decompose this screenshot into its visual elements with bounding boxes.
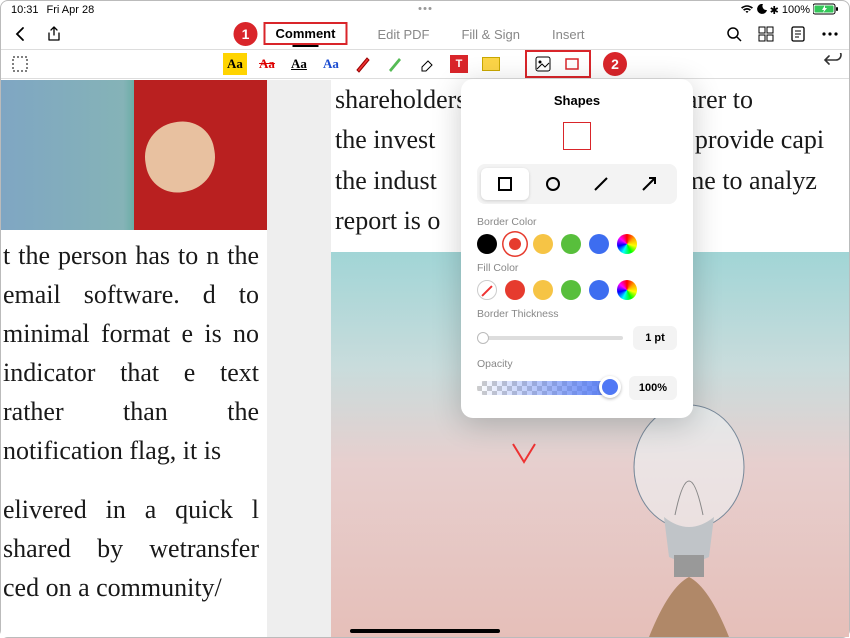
selection-tool[interactable]: [5, 50, 35, 78]
marker-tool[interactable]: [383, 53, 407, 75]
highlight-tool[interactable]: Aa: [223, 53, 247, 75]
border-thickness-label: Border Thickness: [477, 308, 677, 320]
border-color-swatches: [477, 234, 677, 254]
stamp-tool[interactable]: [531, 53, 555, 75]
home-indicator[interactable]: [350, 629, 500, 633]
wifi-icon: [740, 4, 754, 17]
search-button[interactable]: [719, 20, 749, 48]
shapes-tool[interactable]: [561, 53, 585, 75]
tab-fill-sign[interactable]: Fill & Sign: [459, 23, 522, 46]
shape-tools-group: [525, 50, 591, 78]
squiggly-tool[interactable]: Aa: [319, 53, 343, 75]
opacity-value: 100%: [629, 376, 677, 400]
battery-icon: [813, 3, 839, 18]
status-bar: 10:31 Fri Apr 28 ✱ 100%: [1, 1, 849, 19]
status-date: Fri Apr 28: [47, 4, 95, 16]
thickness-slider[interactable]: [477, 336, 623, 340]
border-color-red[interactable]: [505, 234, 525, 254]
tab-edit-pdf[interactable]: Edit PDF: [375, 23, 431, 46]
shape-arrow[interactable]: [625, 168, 673, 200]
textbox-tool[interactable]: T: [447, 53, 471, 75]
opacity-slider[interactable]: [477, 381, 619, 395]
bookmarks-button[interactable]: [783, 20, 813, 48]
back-button[interactable]: [5, 20, 35, 48]
shape-circle[interactable]: [529, 168, 577, 200]
left-column-text: t the person has to n the email software…: [1, 230, 267, 607]
fill-color-none[interactable]: [477, 280, 497, 300]
border-color-yellow[interactable]: [533, 234, 553, 254]
fill-color-swatches: [477, 280, 677, 300]
shape-preview: [563, 122, 591, 150]
more-button[interactable]: [815, 20, 845, 48]
border-color-green[interactable]: [561, 234, 581, 254]
shape-rectangle[interactable]: [481, 168, 529, 200]
opacity-label: Opacity: [477, 358, 677, 370]
pen-tool[interactable]: [351, 53, 375, 75]
battery-pct: 100%: [782, 4, 810, 16]
bluetooth-icon: ✱: [770, 4, 779, 17]
status-time: 10:31: [11, 4, 39, 16]
strikeout-tool[interactable]: Aa: [255, 53, 279, 75]
fill-color-green[interactable]: [561, 280, 581, 300]
underline-tool[interactable]: Aa: [287, 53, 311, 75]
document-area[interactable]: t the person has to n the email software…: [1, 80, 849, 637]
shape-type-selector: [477, 164, 677, 204]
border-color-black[interactable]: [477, 234, 497, 254]
dnd-icon: [757, 4, 767, 17]
undo-button[interactable]: [823, 53, 843, 74]
shape-annotation[interactable]: [511, 442, 537, 464]
fill-color-red[interactable]: [505, 280, 525, 300]
callout-2: 2: [603, 52, 627, 76]
thickness-value: 1 pt: [633, 326, 677, 350]
fill-color-yellow[interactable]: [533, 280, 553, 300]
callout-1: 1: [233, 22, 257, 46]
photo-person-red: [1, 80, 267, 230]
sticky-note-tool[interactable]: [479, 53, 503, 75]
tab-comment[interactable]: Comment: [263, 22, 347, 45]
tab-insert[interactable]: Insert: [550, 23, 587, 46]
border-color-label: Border Color: [477, 216, 677, 228]
fill-color-label: Fill Color: [477, 262, 677, 274]
border-color-custom[interactable]: [617, 234, 637, 254]
top-nav: 1 Comment Edit PDF Fill & Sign Insert: [1, 19, 849, 49]
thumbnails-button[interactable]: [751, 20, 781, 48]
share-button[interactable]: [39, 20, 69, 48]
eraser-tool[interactable]: [415, 53, 439, 75]
multitask-dots[interactable]: [419, 7, 432, 10]
page-left: t the person has to n the email software…: [1, 80, 267, 637]
fill-color-blue[interactable]: [589, 280, 609, 300]
fill-color-custom[interactable]: [617, 280, 637, 300]
shapes-panel-title: Shapes: [477, 93, 677, 108]
border-color-blue[interactable]: [589, 234, 609, 254]
annotation-toolbar: Aa Aa Aa Aa T 2: [1, 49, 849, 79]
shape-line[interactable]: [577, 168, 625, 200]
shapes-panel: Shapes Border Color Fill Color Border Th…: [461, 79, 693, 418]
